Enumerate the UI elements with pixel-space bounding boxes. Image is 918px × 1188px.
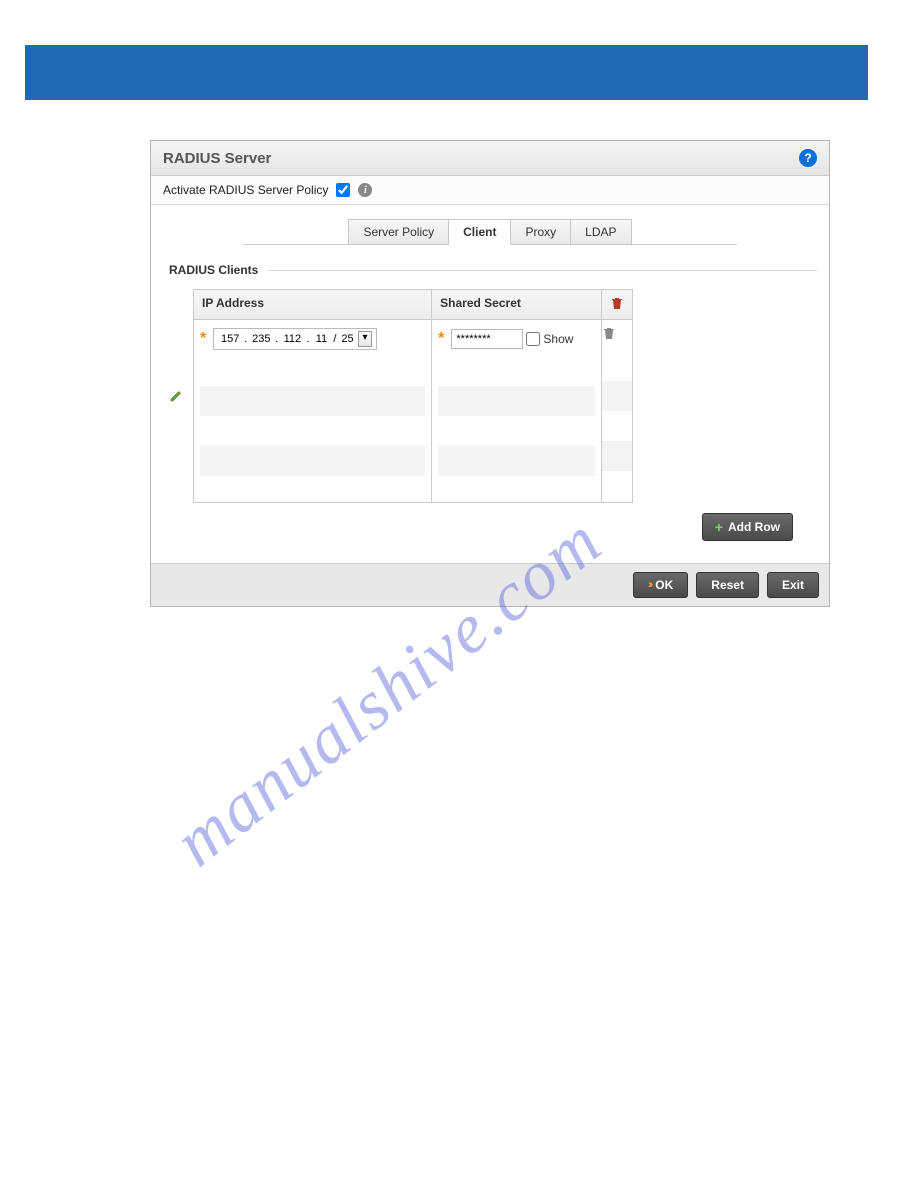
- add-row-label: Add Row: [728, 520, 780, 534]
- ok-label: OK: [655, 578, 673, 592]
- secret-cell: * Show: [432, 320, 602, 503]
- tab-client[interactable]: Client: [449, 219, 511, 245]
- reset-label: Reset: [711, 578, 744, 592]
- top-banner: [25, 45, 868, 100]
- empty-rows-secret: [438, 356, 595, 496]
- trash-all-icon[interactable]: [610, 297, 624, 313]
- add-row-button[interactable]: + Add Row: [702, 513, 793, 541]
- content-area: Server Policy Client Proxy LDAP RADIUS C…: [151, 205, 829, 563]
- edit-column: [169, 289, 185, 403]
- reset-button[interactable]: Reset: [696, 572, 759, 598]
- chevron-icon: ››: [648, 579, 651, 591]
- delete-cell: [601, 320, 632, 503]
- tab-server-policy[interactable]: Server Policy: [348, 219, 449, 245]
- info-icon[interactable]: i: [358, 183, 372, 197]
- clients-table: IP Address Shared Secret *: [193, 289, 633, 503]
- dialog-header: RADIUS Server ?: [151, 141, 829, 176]
- required-star: *: [438, 330, 448, 348]
- table-row: * . . . / ▾: [194, 320, 633, 503]
- exit-label: Exit: [782, 578, 804, 592]
- radius-server-dialog: RADIUS Server ? Activate RADIUS Server P…: [150, 140, 830, 607]
- col-secret: Shared Secret: [432, 290, 602, 320]
- ip-octet-4[interactable]: [311, 333, 331, 345]
- shared-secret-input[interactable]: [451, 329, 523, 349]
- ip-octet-2[interactable]: [249, 333, 273, 345]
- ip-input-group: . . . / ▾: [213, 328, 376, 350]
- ip-cell: * . . . / ▾: [194, 320, 432, 503]
- exit-button[interactable]: Exit: [767, 572, 819, 598]
- trash-row-icon[interactable]: [602, 327, 616, 343]
- show-label: Show: [543, 332, 573, 346]
- activate-label: Activate RADIUS Server Policy: [163, 183, 328, 197]
- col-ip: IP Address: [194, 290, 432, 320]
- tab-proxy[interactable]: Proxy: [511, 219, 571, 245]
- empty-rows-del: [602, 351, 632, 491]
- show-secret-checkbox[interactable]: [526, 332, 540, 346]
- cidr-dropdown-icon[interactable]: ▾: [358, 331, 371, 347]
- help-icon[interactable]: ?: [799, 149, 817, 167]
- tabs: Server Policy Client Proxy LDAP: [243, 219, 737, 245]
- activate-row: Activate RADIUS Server Policy i: [151, 176, 829, 205]
- empty-rows-ip: [200, 356, 425, 496]
- client-area: IP Address Shared Secret *: [169, 289, 817, 503]
- dialog-footer: ›› OK Reset Exit: [151, 563, 829, 606]
- section-title: RADIUS Clients: [169, 263, 817, 277]
- add-row-wrap: + Add Row: [163, 513, 793, 541]
- section-title-text: RADIUS Clients: [169, 263, 258, 277]
- activate-checkbox[interactable]: [336, 183, 350, 197]
- ip-octet-3[interactable]: [280, 333, 304, 345]
- dialog-title: RADIUS Server: [163, 150, 271, 167]
- plus-icon: +: [715, 519, 723, 535]
- ip-octet-1[interactable]: [218, 333, 242, 345]
- pencil-icon[interactable]: [169, 389, 185, 403]
- tab-ldap[interactable]: LDAP: [571, 219, 631, 245]
- col-delete-all: [601, 290, 632, 320]
- ip-cidr[interactable]: [338, 333, 356, 345]
- ok-button[interactable]: ›› OK: [633, 572, 688, 598]
- required-star: *: [200, 330, 210, 348]
